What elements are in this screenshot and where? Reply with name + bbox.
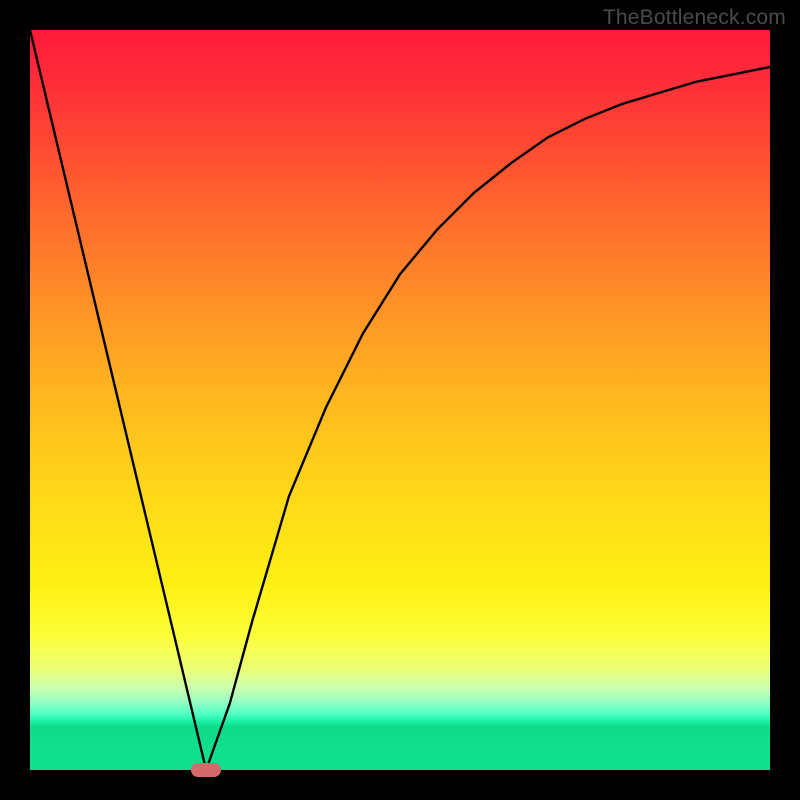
curve-path: [30, 30, 770, 770]
plot-area: [30, 30, 770, 770]
outer-frame: TheBottleneck.com: [0, 0, 800, 800]
minimum-marker: [191, 763, 221, 777]
bottleneck-curve: [30, 30, 770, 770]
watermark-text: TheBottleneck.com: [603, 6, 786, 30]
